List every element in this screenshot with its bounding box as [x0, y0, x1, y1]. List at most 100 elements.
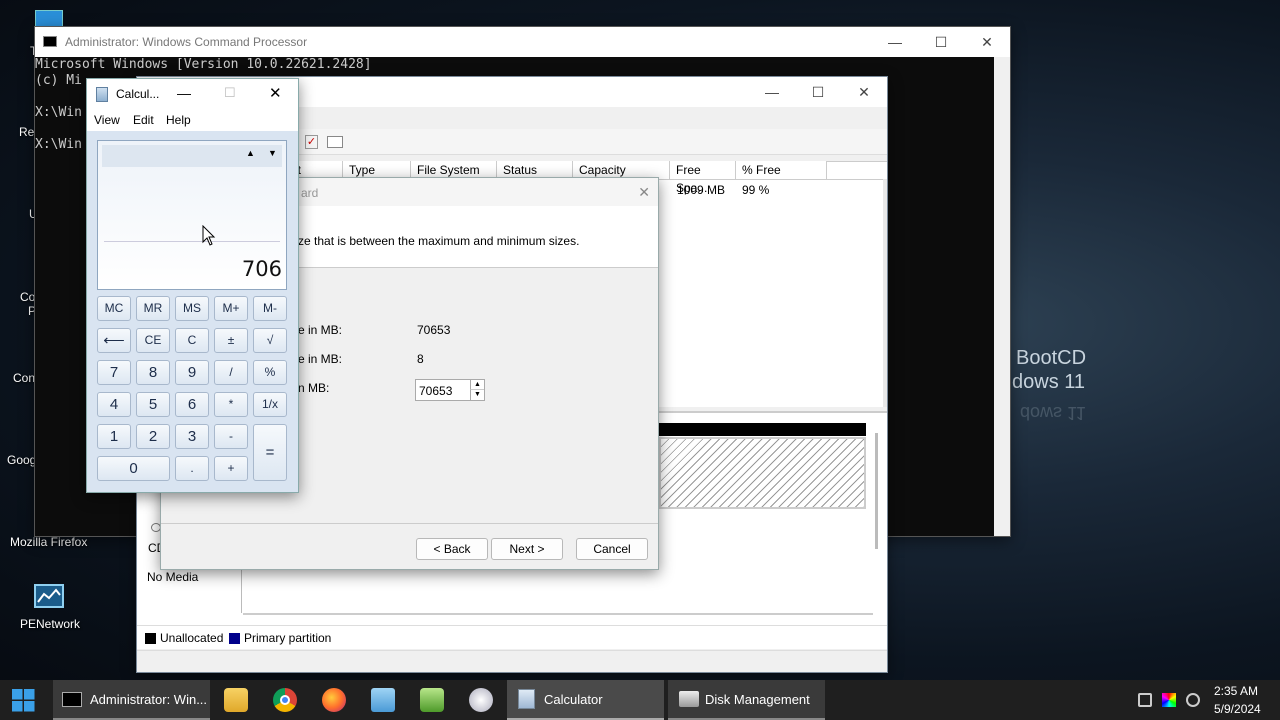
key-c[interactable]: C	[175, 328, 209, 353]
field-label-min: e in MB:	[298, 352, 343, 366]
wizard-instruction: ze that is between the maximum and minim…	[298, 234, 580, 248]
key-decimal[interactable]: .	[175, 456, 209, 481]
key-mc[interactable]: MC	[97, 296, 131, 321]
taskbar-label-diskmgmt: Disk Management	[705, 691, 810, 707]
legend-swatch-primary	[229, 633, 240, 644]
key-equals[interactable]: =	[253, 424, 287, 481]
col-header-pctfree[interactable]: % Free	[736, 161, 827, 179]
key-3[interactable]: 3	[175, 424, 209, 449]
key-reciprocal[interactable]: 1/x	[253, 392, 287, 417]
calc-title: Calcul...	[116, 87, 160, 101]
key-ce[interactable]: CE	[136, 328, 170, 353]
key-0[interactable]: 0	[97, 456, 170, 481]
size-spinbox[interactable]: 70653 ▲ ▼	[415, 379, 485, 401]
key-backspace[interactable]: ⟵	[97, 328, 131, 353]
key-9[interactable]: 9	[175, 360, 209, 385]
windows-logo-icon	[12, 689, 35, 712]
size-input[interactable]: 70653	[419, 384, 452, 398]
taskbar-item-cmd[interactable]: Administrator: Win...	[53, 680, 210, 720]
chrome-icon[interactable]	[273, 688, 297, 712]
key-6[interactable]: 6	[175, 392, 209, 417]
calculator-taskbar-icon	[518, 689, 535, 709]
status-bar	[137, 650, 887, 672]
list-scrollbar[interactable]	[883, 179, 887, 407]
network-icon[interactable]	[34, 584, 64, 608]
close-icon[interactable]: ✕	[964, 27, 1010, 57]
taskbar: Administrator: Win... Calculator Disk Ma…	[0, 680, 1280, 720]
calc-display: ▲ ▼ 706	[97, 140, 287, 290]
clock-date[interactable]: 5/9/2024	[1214, 702, 1261, 716]
spin-up-icon[interactable]: ▲	[470, 380, 484, 390]
firefox-icon[interactable]	[322, 688, 346, 712]
key-2[interactable]: 2	[136, 424, 170, 449]
key-4[interactable]: 4	[97, 392, 131, 417]
key-ms[interactable]: MS	[175, 296, 209, 321]
unallocated-region[interactable]	[659, 437, 866, 509]
unallocated-bar	[659, 423, 866, 436]
close-icon[interactable]: ✕	[269, 84, 282, 102]
key-7[interactable]: 7	[97, 360, 131, 385]
cancel-button[interactable]: Cancel	[576, 538, 648, 560]
tray-network-icon[interactable]	[1138, 693, 1152, 707]
history-up-icon[interactable]: ▲	[246, 148, 255, 158]
minimize-icon[interactable]: —	[177, 85, 191, 101]
desktop-label-firefox[interactable]: Mozilla Firefox	[10, 535, 87, 549]
check-icon[interactable]: ✓	[305, 135, 318, 149]
key-multiply[interactable]: *	[214, 392, 248, 417]
graph-hscroll[interactable]	[243, 613, 873, 615]
taskbar-item-diskmgmt[interactable]: Disk Management	[668, 680, 825, 720]
taskbar-item-calculator[interactable]: Calculator	[507, 680, 664, 720]
calculator-window[interactable]: Calcul... — ☐ ✕ View Edit Help ▲ ▼ 706 M…	[86, 78, 299, 493]
next-button[interactable]: Next >	[491, 538, 563, 560]
history-bar	[102, 145, 282, 167]
maximize-icon[interactable]: ☐	[918, 27, 964, 57]
properties-icon[interactable]	[327, 136, 343, 148]
notepad-icon[interactable]	[371, 688, 395, 712]
wallpaper-text-2: dows 11	[1012, 371, 1086, 393]
disk-taskbar-icon	[679, 691, 699, 707]
cmd-taskbar-icon	[62, 691, 82, 707]
wizard-title: ard	[301, 186, 319, 200]
key-8[interactable]: 8	[136, 360, 170, 385]
cmd-titlebar[interactable]: Administrator: Windows Command Processor…	[35, 27, 1010, 57]
key-divide[interactable]: /	[214, 360, 248, 385]
close-icon[interactable]: ✕	[638, 184, 650, 201]
key-add[interactable]: +	[214, 456, 248, 481]
network-tool-icon[interactable]	[469, 688, 493, 712]
menu-help[interactable]: Help	[166, 113, 191, 127]
taskbar-label-calculator: Calculator	[544, 691, 603, 707]
tray-display-icon[interactable]	[1186, 693, 1200, 707]
key-percent[interactable]: %	[253, 360, 287, 385]
graph-scrollbar[interactable]	[875, 433, 878, 549]
cmd-scroll-track	[994, 57, 1010, 536]
calc-titlebar[interactable]: Calcul... — ☐ ✕	[87, 79, 298, 109]
minimize-icon[interactable]: —	[749, 77, 795, 107]
back-button[interactable]: < Back	[416, 538, 488, 560]
desktop-label-penetwork[interactable]: PENetwork	[20, 617, 80, 631]
cmd-line: Microsoft Windows [Version 10.0.22621.24…	[35, 57, 372, 72]
history-down-icon[interactable]: ▼	[268, 148, 277, 158]
menu-edit[interactable]: Edit	[133, 113, 154, 127]
menu-view[interactable]: View	[94, 113, 120, 127]
close-icon[interactable]: ✕	[841, 77, 887, 107]
cell-pct: 99 %	[742, 183, 770, 197]
key-1[interactable]: 1	[97, 424, 131, 449]
key-mr[interactable]: MR	[136, 296, 170, 321]
key-sqrt[interactable]: √	[253, 328, 287, 353]
key-subtract[interactable]: -	[214, 424, 248, 449]
key-plusminus[interactable]: ±	[214, 328, 248, 353]
wallpaper-text-1: BootCD	[1016, 347, 1087, 369]
key-5[interactable]: 5	[136, 392, 170, 417]
maximize-icon[interactable]: ☐	[795, 77, 841, 107]
start-button[interactable]	[12, 689, 35, 712]
col-header-freespace[interactable]: Free Spa...	[670, 161, 736, 195]
field-value-min: 8	[417, 352, 424, 366]
tray-color-icon[interactable]	[1162, 693, 1176, 707]
editor-icon[interactable]	[420, 688, 444, 712]
key-mminus[interactable]: M-	[253, 296, 287, 321]
spin-down-icon[interactable]: ▼	[470, 390, 484, 400]
key-mplus[interactable]: M+	[214, 296, 248, 321]
file-explorer-icon[interactable]	[224, 688, 248, 712]
minimize-icon[interactable]: —	[872, 27, 918, 57]
clock-time[interactable]: 2:35 AM	[1214, 684, 1258, 698]
